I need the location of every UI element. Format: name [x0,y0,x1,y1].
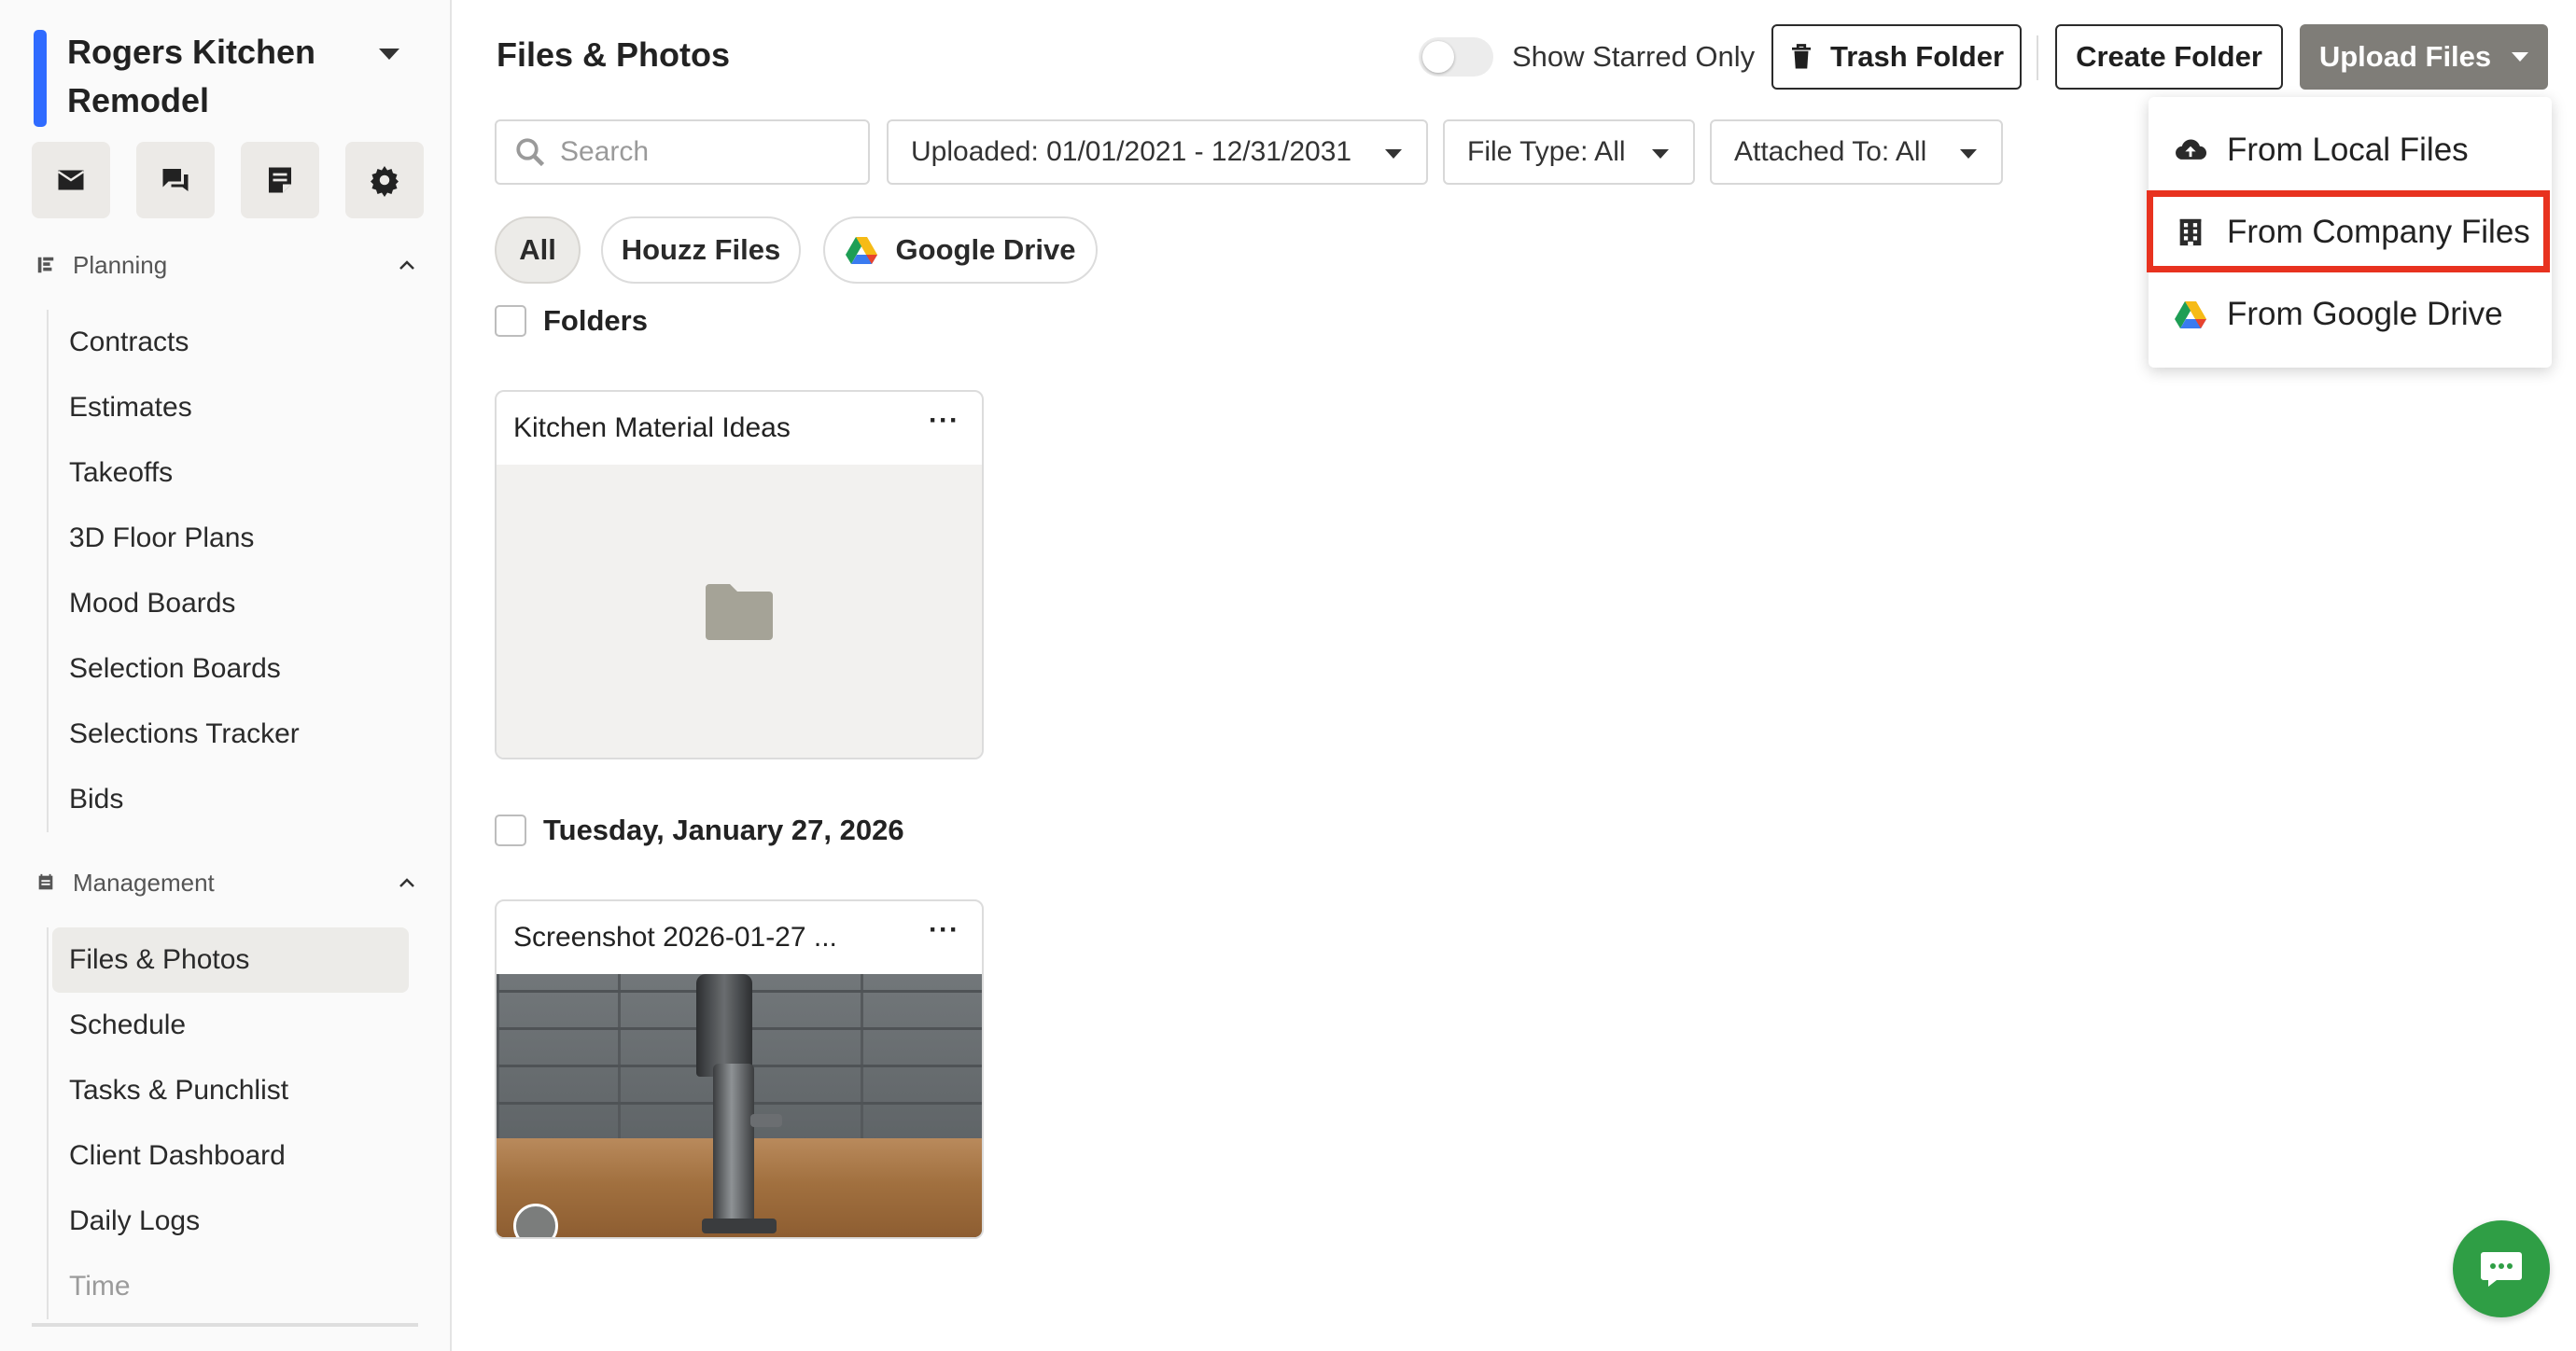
caret-down-icon [2512,52,2529,62]
project-selector[interactable]: Rogers Kitchen Remodel [34,26,426,129]
project-name: Rogers Kitchen Remodel [67,33,316,119]
attached-to-filter[interactable]: Attached To: All [1710,119,2003,185]
toggle-label: Show Starred Only [1512,40,1756,73]
sidebar-item-time[interactable]: Time [49,1254,429,1319]
file-card-title: Screenshot 2026-01-27 ... [513,922,837,953]
gear-icon [371,166,399,197]
management-icon [34,870,58,895]
mail-icon [57,170,85,190]
caret-down-icon [1960,149,1977,159]
sidebar-item-mood-boards[interactable]: Mood Boards [49,571,429,636]
trash-icon [1791,44,1811,69]
date-group-checkbox[interactable] [495,815,526,846]
chat-launcher-button[interactable] [2453,1220,2550,1317]
uploaded-date-filter[interactable]: Uploaded: 01/01/2021 - 12/31/2031 [887,119,1428,185]
menu-item-from-google-drive[interactable]: From Google Drive [2149,272,2552,356]
management-nav: Files & Photos Schedule Tasks & Punchlis… [47,927,429,1319]
sidebar-item-estimates[interactable]: Estimates [49,375,429,440]
folder-card-title: Kitchen Material Ideas [513,412,791,443]
search-icon [516,138,545,167]
file-type-label: File Type: All [1467,136,1626,167]
sidebar-item-files-photos[interactable]: Files & Photos [52,927,409,993]
planning-icon [34,253,58,277]
sidebar-item-tasks-punchlist[interactable]: Tasks & Punchlist [49,1058,429,1123]
trash-folder-label: Trash Folder [1829,40,2005,73]
sidebar-item-selections-tracker[interactable]: Selections Tracker [49,702,429,767]
management-section-header[interactable]: Management [34,864,416,901]
planning-nav: Contracts Estimates Takeoffs 3D Floor Pl… [47,310,429,832]
page-title: Files & Photos [497,35,731,74]
chevron-up-icon[interactable] [398,256,416,274]
toolbar-divider [2037,35,2038,80]
create-folder-button[interactable]: Create Folder [2055,24,2283,90]
sidebar-item-3d-floor-plans[interactable]: 3D Floor Plans [49,506,429,571]
chat-bubbles-icon [162,169,189,191]
chat-icon [2481,1252,2522,1287]
folders-select-row: Folders [495,304,648,338]
menu-label-local: From Local Files [2227,132,2469,168]
folders-label: Folders [543,304,648,337]
upload-files-button[interactable]: Upload Files [2300,24,2548,90]
search-box[interactable] [495,119,870,185]
more-options-icon[interactable]: ··· [929,407,959,435]
planning-label: Planning [73,250,168,279]
sidebar-item-bids[interactable]: Bids [49,767,429,832]
google-drive-icon [845,237,877,264]
sidebar-item-daily-logs[interactable]: Daily Logs [49,1189,429,1254]
chip-google-drive[interactable]: Google Drive [823,216,1098,284]
more-options-icon[interactable]: ··· [929,916,959,944]
quick-actions [32,142,424,218]
search-input[interactable] [560,136,840,168]
sidebar-item-schedule[interactable]: Schedule [49,993,429,1058]
menu-item-from-local-files[interactable]: From Local Files [2149,108,2552,192]
project-color-bar [34,30,47,127]
sidebar-item-client-dashboard[interactable]: Client Dashboard [49,1123,429,1189]
starred-toggle[interactable]: Show Starred Only [1419,35,1755,78]
settings-button[interactable] [345,142,424,218]
google-drive-icon [2175,301,2206,328]
chip-google-drive-label: Google Drive [895,233,1076,266]
sidebar-item-contracts[interactable]: Contracts [49,310,429,375]
folder-icon [706,584,773,640]
chat-button[interactable] [136,142,215,218]
chevron-up-icon[interactable] [398,873,416,892]
date-group-row: Tuesday, January 27, 2026 [495,814,904,847]
management-label: Management [73,868,215,897]
upload-files-label: Upload Files [2318,40,2492,73]
sidebar-divider [32,1323,418,1327]
file-type-filter[interactable]: File Type: All [1443,119,1695,185]
date-group-label: Tuesday, January 27, 2026 [543,814,904,846]
toggle-switch[interactable] [1419,37,1493,77]
cloud-upload-icon [2176,139,2206,160]
caret-down-icon [1385,149,1402,159]
sidebar: Rogers Kitchen Remodel Planning Contract… [0,0,452,1351]
highlight-box [2147,190,2550,272]
planning-section-header[interactable]: Planning [34,246,416,284]
trash-folder-button[interactable]: Trash Folder [1771,24,2022,90]
sidebar-item-selection-boards[interactable]: Selection Boards [49,636,429,702]
notes-icon [269,167,291,193]
messages-button[interactable] [32,142,110,218]
folder-preview [497,465,982,758]
chevron-down-icon[interactable] [379,49,399,60]
file-thumbnail [497,974,982,1237]
caret-down-icon [1652,149,1669,159]
menu-label-gdrive: From Google Drive [2227,296,2503,332]
chip-houzz-files[interactable]: Houzz Files [601,216,801,284]
notes-button[interactable] [241,142,319,218]
uploaded-date-label: Uploaded: 01/01/2021 - 12/31/2031 [911,136,1352,167]
file-card[interactable]: Screenshot 2026-01-27 ... ··· [495,899,984,1239]
toggle-knob [1422,41,1454,73]
attached-to-label: Attached To: All [1734,136,1927,167]
faucet-photo [497,974,982,1237]
folder-card[interactable]: Kitchen Material Ideas ··· [495,390,984,759]
sidebar-item-takeoffs[interactable]: Takeoffs [49,440,429,506]
chip-all[interactable]: All [495,216,581,284]
folders-checkbox[interactable] [495,305,526,337]
